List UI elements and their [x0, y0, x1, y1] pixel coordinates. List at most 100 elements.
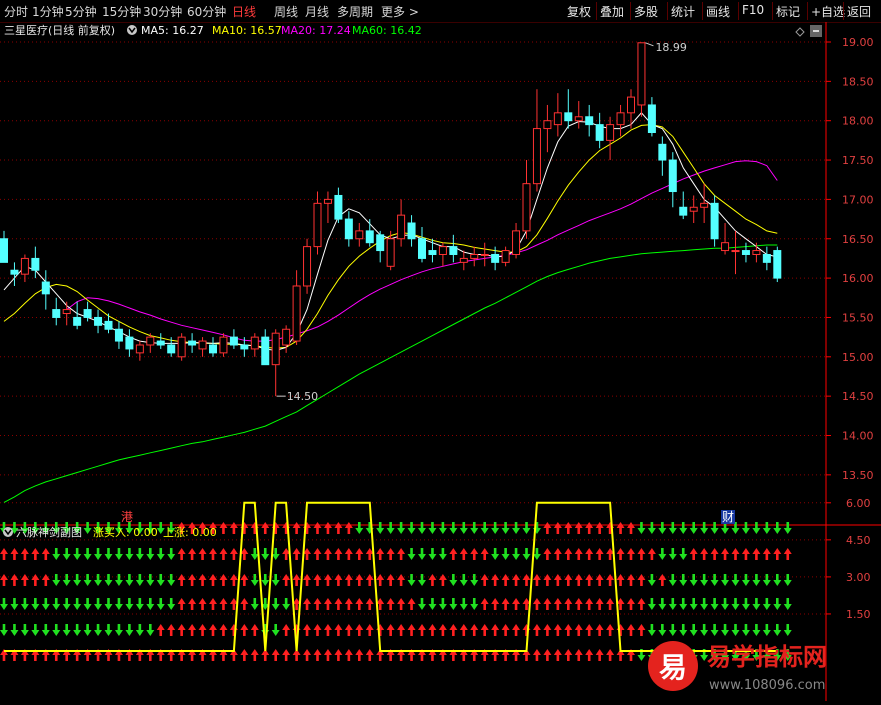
candle — [762, 246, 771, 271]
up-arrow-icon — [595, 649, 604, 661]
up-arrow-icon — [229, 548, 238, 560]
tool-button-8[interactable]: 返回 — [847, 3, 871, 20]
candle-body — [564, 112, 573, 122]
tool-button-1[interactable]: 叠加 — [600, 3, 624, 20]
candle-body — [627, 96, 635, 114]
tool-button-3[interactable]: 统计 — [671, 3, 695, 20]
tool-button-5[interactable]: F10 — [742, 3, 764, 17]
down-arrow-icon — [20, 624, 29, 636]
down-arrow-icon — [407, 522, 416, 534]
up-arrow-icon — [449, 624, 458, 636]
up-arrow-icon — [323, 522, 332, 534]
up-arrow-icon — [627, 624, 635, 636]
candle-body — [240, 344, 249, 350]
tool-button-0[interactable]: 复权 — [567, 3, 591, 20]
up-arrow-icon — [219, 598, 228, 610]
period-tab-1[interactable]: 1分钟 — [32, 3, 64, 20]
down-arrow-icon — [146, 598, 155, 610]
up-arrow-icon — [459, 548, 468, 560]
period-tab-8[interactable]: 月线 — [305, 3, 329, 20]
candle-body — [773, 250, 782, 279]
sub-settings-icon[interactable] — [3, 527, 13, 537]
candle — [407, 215, 416, 247]
down-arrow-icon — [689, 598, 698, 610]
watermark-badge: 易 — [659, 651, 687, 684]
down-arrow-icon — [125, 548, 134, 560]
tool-button-4[interactable]: 画线 — [706, 3, 730, 20]
up-arrow-icon — [282, 574, 291, 586]
candle-body — [731, 250, 740, 253]
candle — [292, 270, 301, 345]
up-arrow-icon — [365, 624, 374, 636]
up-arrow-icon — [303, 649, 312, 661]
down-arrow-icon — [376, 522, 385, 534]
up-arrow-icon — [522, 574, 531, 586]
period-tab-2[interactable]: 5分钟 — [65, 3, 97, 20]
up-arrow-icon — [564, 522, 573, 534]
period-tab-6[interactable]: 日线 — [232, 3, 256, 20]
period-tab-9[interactable]: 多周期 — [337, 3, 373, 20]
up-arrow-icon — [250, 624, 259, 636]
down-arrow-icon — [721, 574, 730, 586]
up-arrow-icon — [376, 624, 385, 636]
price-tick-label: 13.50 — [842, 469, 874, 482]
down-arrow-icon — [407, 574, 416, 586]
down-arrow-icon — [470, 598, 479, 610]
up-arrow-icon — [156, 624, 165, 636]
toolbar-separator — [843, 2, 844, 20]
candle — [574, 101, 583, 129]
period-tab-4[interactable]: 30分钟 — [143, 3, 182, 20]
up-arrow-icon — [240, 649, 249, 661]
candle-body — [41, 281, 50, 295]
up-arrow-icon — [616, 522, 625, 534]
up-arrow-icon — [407, 624, 416, 636]
candle — [156, 333, 165, 349]
up-arrow-icon — [31, 574, 40, 586]
down-arrow-icon — [114, 574, 123, 586]
up-arrow-icon — [219, 624, 228, 636]
period-tab-7[interactable]: 周线 — [274, 3, 298, 20]
diamond-icon[interactable] — [795, 27, 805, 37]
up-arrow-icon — [0, 548, 8, 560]
down-arrow-icon — [762, 598, 771, 610]
up-arrow-icon — [543, 624, 552, 636]
up-arrow-icon — [553, 598, 562, 610]
up-arrow-icon — [627, 574, 635, 586]
price-tick-label: 16.00 — [842, 272, 874, 285]
up-arrow-icon — [512, 624, 521, 636]
up-arrow-icon — [313, 624, 322, 636]
period-tab-10[interactable]: 更多 > — [381, 3, 419, 20]
down-arrow-icon — [710, 598, 719, 610]
up-arrow-icon — [292, 624, 301, 636]
down-arrow-icon — [428, 522, 437, 534]
hk-marker[interactable]: 港 — [121, 510, 133, 524]
down-arrow-icon — [647, 598, 656, 610]
chart-area: 19.00 18.50 18.00 17.50 17.00 16.50 16.00 15.50… — [0, 22, 881, 701]
candle — [73, 301, 82, 330]
period-tab-5[interactable]: 60分钟 — [187, 3, 226, 20]
candle — [668, 152, 677, 208]
period-toolbar: 分时 1分钟 5分钟 15分钟 30分钟 60分钟 日线 周线 月线 多周期 更多 > 复权 叠加 多股统… — [0, 0, 881, 23]
tool-button-2[interactable]: 多股 — [634, 3, 658, 20]
up-arrow-icon — [428, 624, 437, 636]
up-arrow-icon — [355, 598, 364, 610]
down-arrow-icon — [104, 598, 113, 610]
down-arrow-icon — [501, 522, 510, 534]
down-arrow-icon — [459, 522, 468, 534]
down-arrow-icon — [647, 574, 656, 586]
settings-icon[interactable] — [127, 25, 137, 35]
down-arrow-icon — [459, 574, 468, 586]
tool-button-6[interactable]: 标记 — [776, 3, 800, 20]
up-arrow-icon — [323, 598, 332, 610]
period-tab-3[interactable]: 15分钟 — [102, 3, 141, 20]
down-arrow-icon — [146, 574, 155, 586]
candle — [595, 112, 604, 149]
period-tab-0[interactable]: 分时 — [4, 3, 28, 20]
candle-body — [10, 269, 19, 275]
down-arrow-icon — [710, 574, 719, 586]
down-arrow-icon — [647, 522, 656, 534]
tool-button-7[interactable]: +自选 — [811, 3, 845, 20]
up-arrow-icon — [313, 522, 322, 534]
finance-marker[interactable]: 财 — [722, 510, 734, 524]
up-arrow-icon — [627, 548, 635, 560]
